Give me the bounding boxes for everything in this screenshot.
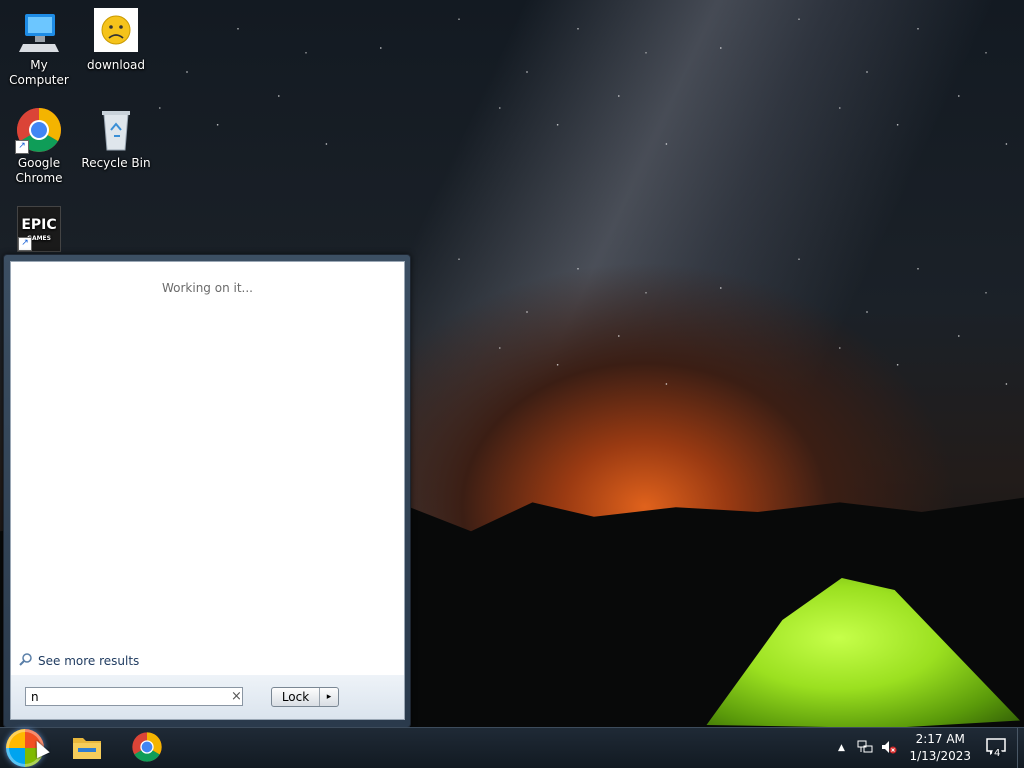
desktop-icon-label: download	[86, 58, 146, 72]
shortcut-arrow-icon: ↗	[18, 237, 32, 251]
recycle-bin-icon	[92, 106, 140, 154]
desktop-icon-label: Google Chrome	[15, 156, 63, 185]
computer-icon	[15, 8, 63, 56]
desktop-icon-label: My Computer	[9, 58, 69, 87]
shortcut-arrow-icon: ↗	[15, 140, 29, 154]
lock-button-label: Lock	[272, 688, 320, 706]
taskbar: ▲ 2:17 AM 1/13/2023 4	[0, 727, 1024, 768]
notification-count-badge: 4	[992, 747, 1003, 759]
see-more-results-label: See more results	[38, 653, 140, 668]
chrome-icon: ↗	[15, 106, 63, 154]
taskbar-clock[interactable]: 2:17 AM 1/13/2023	[901, 731, 979, 765]
clear-search-icon[interactable]: ×	[231, 689, 242, 704]
clock-date: 1/13/2023	[909, 749, 971, 763]
lock-button[interactable]: Lock ▸	[271, 687, 339, 707]
start-menu-bottom-bar: × Lock ▸	[10, 675, 405, 720]
folder-icon	[72, 734, 102, 763]
power-options-arrow-icon[interactable]: ▸	[320, 688, 338, 706]
desktop-icon-recycle-bin[interactable]: Recycle Bin	[77, 106, 155, 171]
see-more-results-link[interactable]: See more results	[19, 652, 139, 669]
desktop-icon-google-chrome[interactable]: ↗ Google Chrome	[0, 106, 78, 186]
start-search-input[interactable]	[25, 687, 243, 706]
sad-face-icon	[94, 8, 138, 52]
search-results-pane: Working on it... See more results	[10, 261, 405, 676]
show-desktop-button[interactable]	[1017, 728, 1024, 768]
show-hidden-icons-button[interactable]: ▲	[831, 743, 851, 753]
desktop-icon-epic-games[interactable]: EPIC GAMES ↗	[0, 206, 78, 254]
taskbar-file-explorer[interactable]	[64, 730, 110, 766]
epic-games-icon: EPIC GAMES ↗	[17, 206, 61, 252]
desktop-icon-download[interactable]: download	[77, 8, 155, 73]
chrome-icon	[131, 731, 163, 766]
system-tray: ▲ 2:17 AM 1/13/2023 4	[829, 728, 1024, 768]
volume-muted-icon[interactable]	[879, 740, 899, 757]
clock-time: 2:17 AM	[915, 732, 965, 746]
desktop-icon-my-computer[interactable]: My Computer	[0, 8, 78, 88]
action-center-button[interactable]: 4	[981, 737, 1011, 759]
svg-text:EPIC: EPIC	[21, 217, 56, 233]
search-status-text: Working on it...	[161, 281, 253, 295]
start-menu: Working on it... See more results × Lock…	[3, 254, 411, 728]
desktop-icon-label: Recycle Bin	[81, 156, 151, 170]
network-icon[interactable]	[855, 740, 875, 757]
magnifier-icon	[19, 652, 33, 669]
taskbar-google-chrome[interactable]	[124, 730, 170, 766]
